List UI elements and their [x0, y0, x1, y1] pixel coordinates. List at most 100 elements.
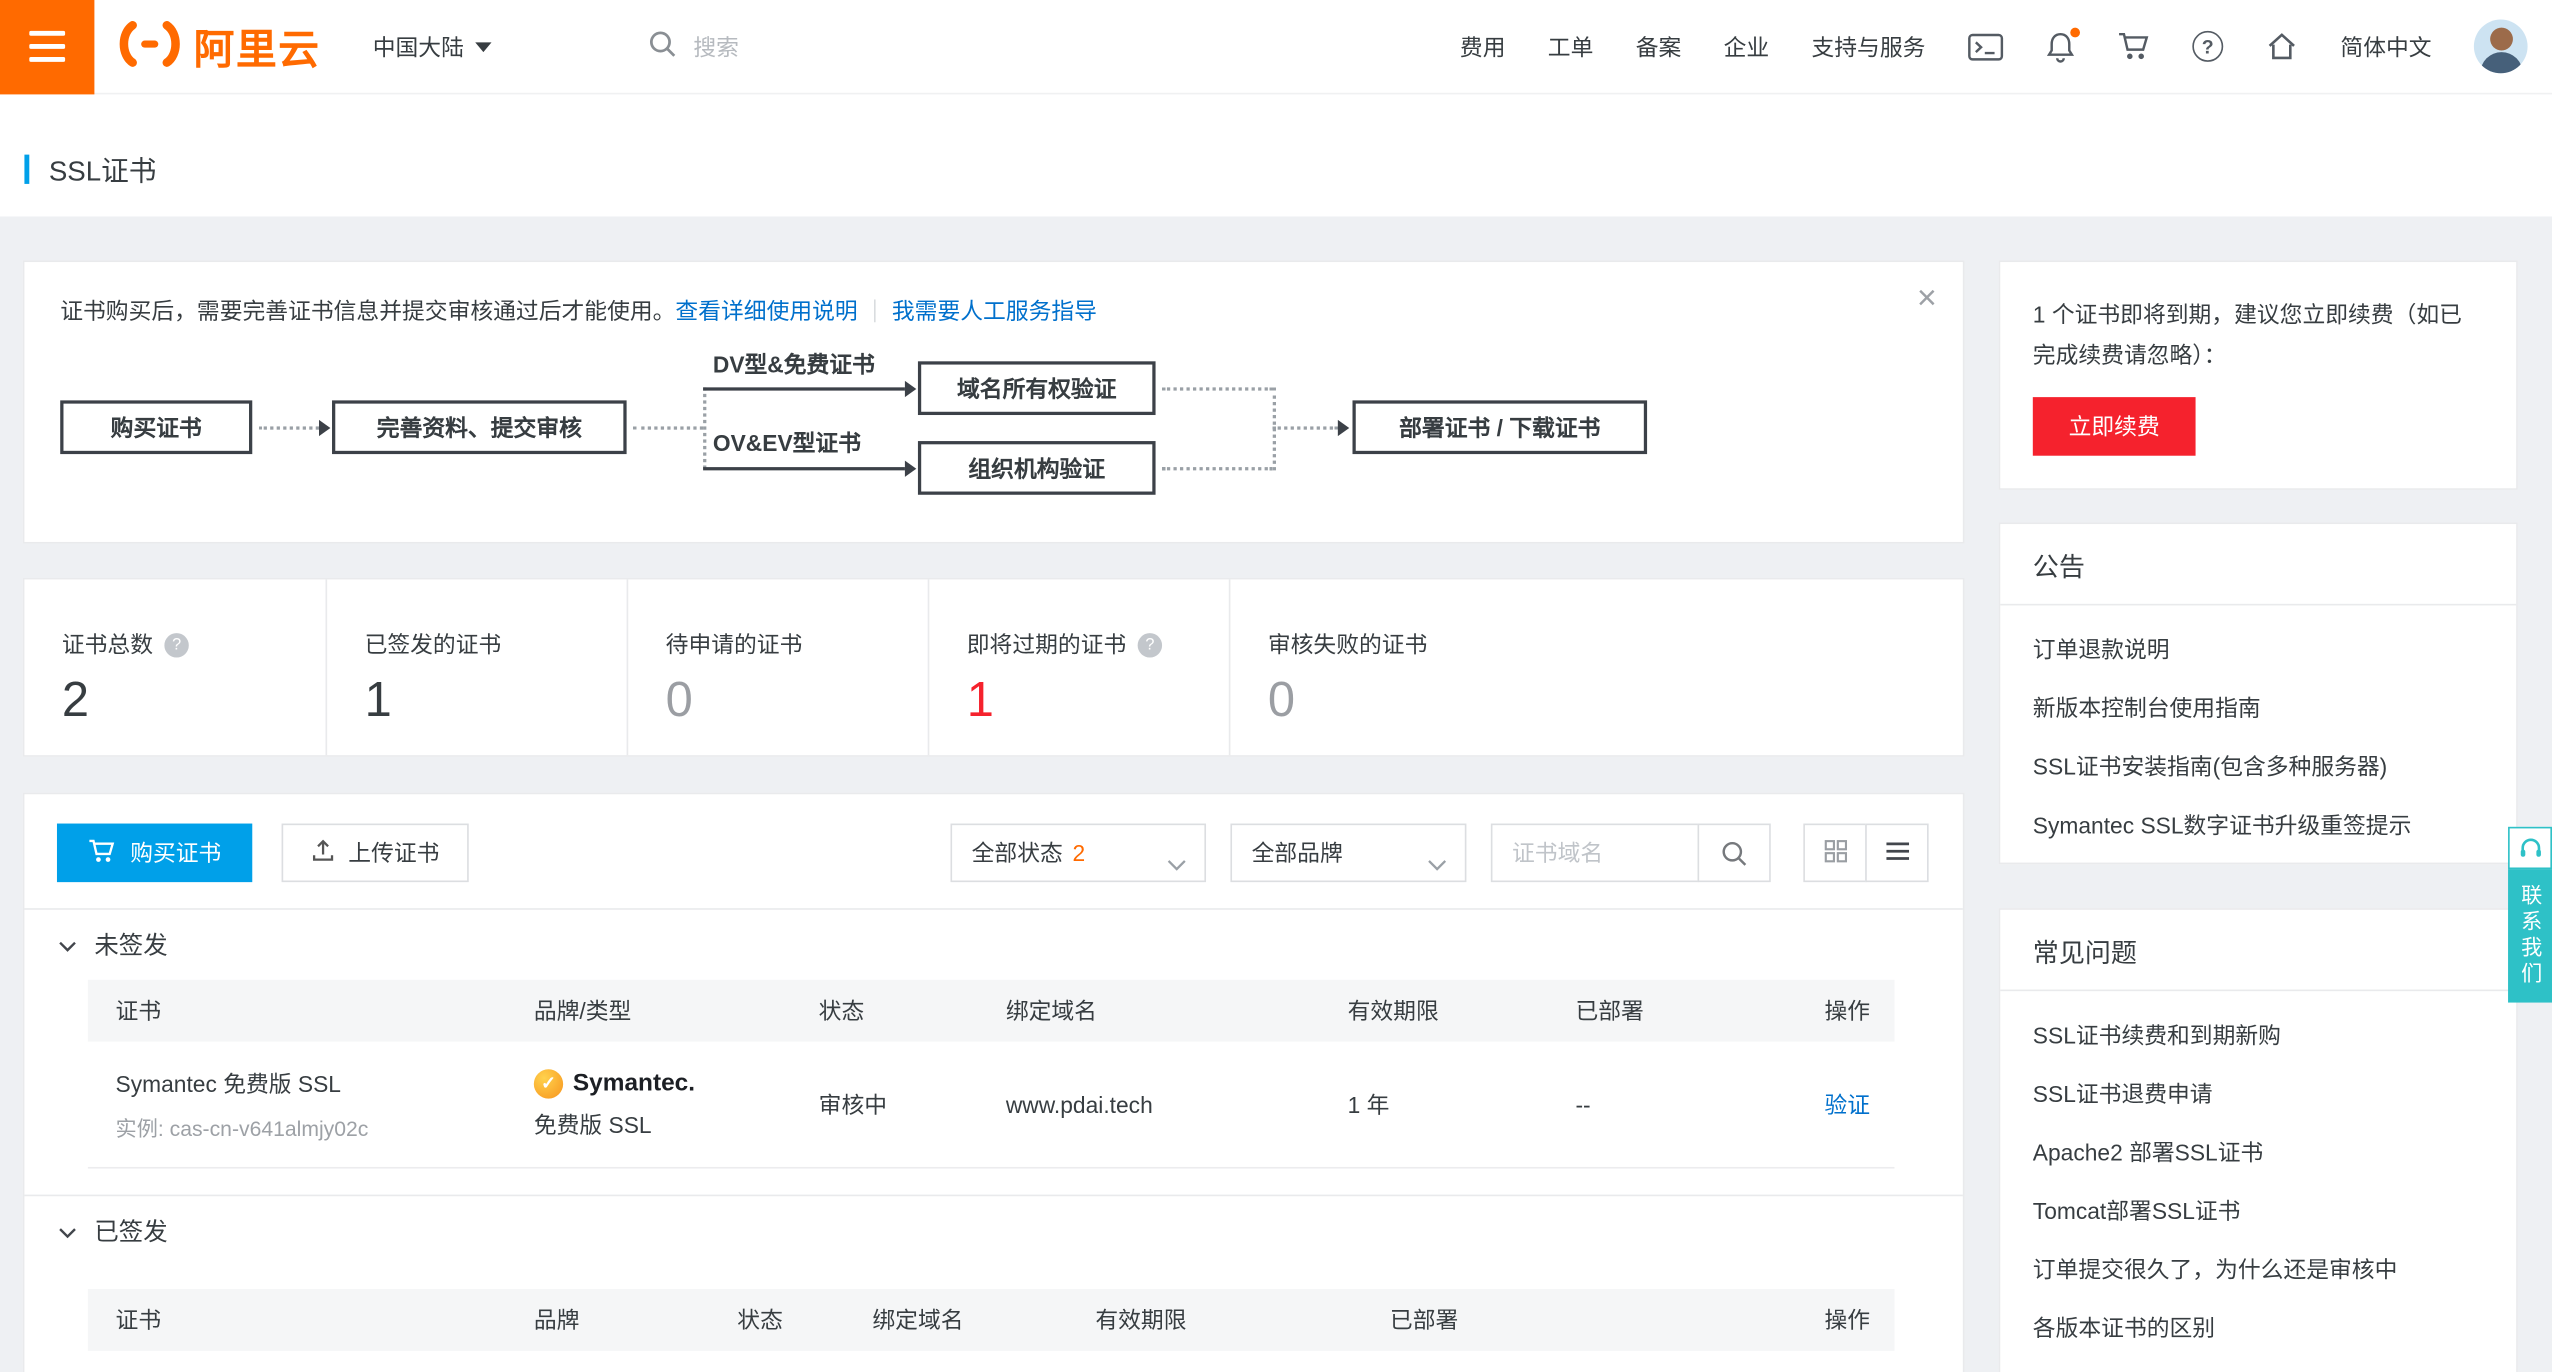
- divider: [874, 299, 876, 322]
- faq-title: 常见问题: [2000, 910, 2516, 991]
- cart-icon[interactable]: [2117, 31, 2150, 62]
- section-signed-title: 已签发: [94, 1214, 167, 1248]
- brand-name: Symantec.: [573, 1069, 695, 1097]
- headset-icon: [2508, 827, 2552, 869]
- status-filter-select[interactable]: 全部状态 2: [950, 824, 1206, 883]
- symantec-logo-icon: ✓: [534, 1068, 563, 1097]
- stat-issued: 已签发的证书 1: [326, 579, 627, 755]
- section-unsigned-toggle[interactable]: 未签发: [24, 908, 1962, 980]
- column-header: 操作: [1776, 994, 1895, 1027]
- faq-link[interactable]: 订单提交很久了，为什么还是审核中: [2033, 1240, 2484, 1299]
- announcement-link[interactable]: 新版本控制台使用指南: [2033, 679, 2484, 738]
- list-view-icon: [1886, 841, 1909, 865]
- aliyun-logo-text: 阿里云: [194, 17, 321, 76]
- brand-type: 免费版 SSL: [534, 1108, 791, 1141]
- flow-connector: [703, 387, 706, 468]
- announcement-link[interactable]: Symantec SSL数字证书升级重签提示: [2033, 796, 2484, 855]
- notice-text: 证书购买后，需要完善证书信息并提交审核通过后才能使用。: [60, 295, 675, 328]
- arrow-right-icon: [905, 461, 916, 477]
- arrow-right-icon: [1338, 420, 1349, 436]
- column-header: 品牌: [506, 1304, 709, 1337]
- help-icon[interactable]: ?: [2192, 31, 2223, 62]
- nav-item-icp[interactable]: 备案: [1636, 30, 1682, 63]
- announcements-title: 公告: [2000, 524, 2516, 605]
- announcement-link[interactable]: SSL证书安装指南(包含多种服务器): [2033, 737, 2484, 796]
- announcements-card: 公告 订单退款说明 新版本控制台使用指南 SSL证书安装指南(包含多种服务器) …: [1999, 522, 2518, 864]
- status-filter-count: 2: [1073, 840, 1086, 866]
- faq-link[interactable]: Apache2 部署SSL证书: [2033, 1123, 2484, 1182]
- list-view-button[interactable]: [1865, 824, 1928, 883]
- brand-filter-select[interactable]: 全部品牌: [1230, 824, 1466, 883]
- hamburger-menu-button[interactable]: [0, 0, 94, 94]
- flow-connector: [1162, 467, 1273, 470]
- column-header: 状态: [710, 1304, 845, 1337]
- console-page: 阿里云 中国大陆 费用 工单 备案 企业 支持与服务: [0, 0, 2552, 1372]
- stat-value: 0: [1268, 674, 1963, 729]
- verify-action-link[interactable]: 验证: [1824, 1091, 1870, 1117]
- terminal-icon[interactable]: [1968, 32, 2004, 61]
- header-nav: 费用 工单 备案 企业 支持与服务: [1460, 20, 2552, 74]
- stats-row: 证书总数 ? 2 已签发的证书 1 待申请的证书 0 即将过期的证书 ? 1: [24, 579, 1962, 755]
- announcement-link[interactable]: 订单退款说明: [2033, 620, 2484, 679]
- nav-item-enterprise[interactable]: 企业: [1724, 30, 1770, 63]
- aliyun-logo[interactable]: 阿里云: [116, 17, 321, 76]
- title-bar: SSL证书: [0, 94, 2552, 216]
- question-circle-icon[interactable]: ?: [1138, 632, 1162, 656]
- domain-search-button[interactable]: [1698, 824, 1771, 883]
- section-unsigned-title: 未签发: [94, 928, 167, 962]
- renew-now-button[interactable]: 立即续费: [2033, 397, 2196, 456]
- faq-link[interactable]: SSL证书续费和到期新购: [2033, 1006, 2484, 1065]
- region-selector[interactable]: 中国大陆: [373, 30, 492, 63]
- upload-icon: [311, 838, 335, 867]
- avatar[interactable]: [2474, 20, 2528, 74]
- buy-certificate-button[interactable]: 购买证书: [57, 824, 252, 883]
- faq-link[interactable]: SSL证书退费申请: [2033, 1064, 2484, 1123]
- domain-search-input[interactable]: [1491, 824, 1699, 883]
- page-title: SSL证书: [49, 148, 157, 189]
- human-service-link[interactable]: 我需要人工服务指导: [892, 295, 1097, 328]
- flow-connector: [633, 426, 703, 429]
- question-circle-icon[interactable]: ?: [164, 632, 188, 656]
- stat-label: 证书总数: [62, 628, 153, 661]
- section-signed-toggle[interactable]: 已签发: [24, 1195, 1962, 1267]
- close-icon[interactable]: ×: [1917, 282, 1937, 316]
- upload-certificate-button[interactable]: 上传证书: [282, 824, 469, 883]
- nav-item-support[interactable]: 支持与服务: [1811, 30, 1925, 63]
- nav-item-ticket[interactable]: 工单: [1548, 30, 1594, 63]
- status-filter-label: 全部状态: [972, 837, 1063, 870]
- certificate-list-card: 购买证书 上传证书 全部状态 2 全部品牌: [23, 793, 1965, 1372]
- notice-line: 证书购买后，需要完善证书信息并提交审核通过后才能使用。 查看详细使用说明 我需要…: [24, 262, 1962, 327]
- deployed-status: --: [1548, 1091, 1776, 1117]
- flow-label-dv: DV型&免费证书: [713, 348, 875, 381]
- flow-label-ov: OV&EV型证书: [713, 426, 861, 459]
- stat-label: 审核失败的证书: [1268, 628, 1427, 661]
- column-header: 绑定域名: [845, 1304, 1068, 1337]
- column-header: 证书: [88, 1304, 506, 1337]
- flow-connector: [259, 426, 319, 429]
- table-toolbar: 购买证书 上传证书 全部状态 2 全部品牌: [24, 794, 1962, 908]
- certificate-instance: 实例: cas-cn-v641almjy02c: [116, 1111, 507, 1142]
- contact-us-tab[interactable]: 联系我们: [2508, 827, 2552, 1003]
- notification-dot: [2069, 25, 2082, 38]
- faq-link[interactable]: Tomcat部署SSL证书: [2033, 1182, 2484, 1241]
- nav-item-billing[interactable]: 费用: [1460, 30, 1506, 63]
- column-header: 操作: [1662, 1304, 1895, 1337]
- signed-table: 证书 品牌 状态 绑定域名 有效期限 已部署 操作: [88, 1289, 1895, 1351]
- column-header: 已部署: [1362, 1304, 1661, 1337]
- flow-box-org-validation: 组织机构验证: [918, 441, 1156, 495]
- renewal-text: 1 个证书即将到期，建议您立即续费（如已完成续费请忽略）：: [2000, 262, 2516, 374]
- flow-connector: [703, 387, 905, 390]
- home-icon[interactable]: [2266, 31, 2299, 62]
- faq-link[interactable]: 各版本证书的区别: [2033, 1299, 2484, 1358]
- language-selector[interactable]: 简体中文: [2340, 30, 2431, 63]
- column-header: 已部署: [1548, 994, 1776, 1027]
- certificate-flow-diagram: 购买证书 完善资料、提交审核 DV型&免费证书 域名所有权验证 OV&EV型证书…: [60, 348, 1963, 511]
- header-search-input[interactable]: [693, 33, 921, 59]
- usage-guide-link[interactable]: 查看详细使用说明: [675, 295, 857, 328]
- bell-icon[interactable]: [2046, 30, 2075, 63]
- domain-search-group: [1491, 824, 1771, 883]
- grid-view-button[interactable]: [1803, 824, 1866, 883]
- stat-failed: 审核失败的证书 0: [1229, 579, 1963, 755]
- upload-certificate-label: 上传证书: [348, 837, 439, 870]
- aliyun-logo-icon: [116, 20, 184, 74]
